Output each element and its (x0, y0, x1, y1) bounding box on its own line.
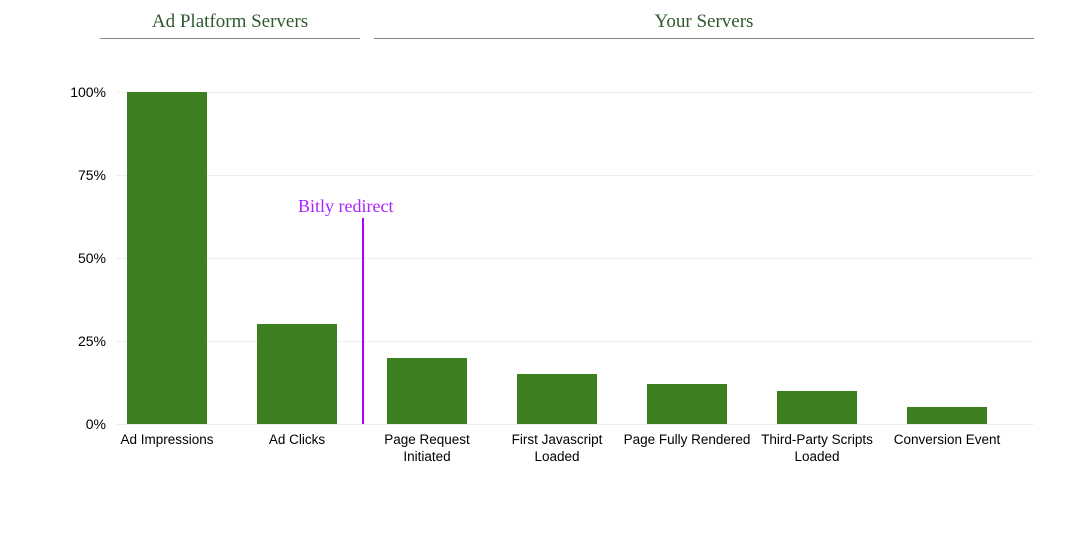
x-label-page-fully-rendered: Page Fully Rendered (622, 432, 752, 449)
funnel-bar-chart: Ad Platform Servers Your Servers 100% 75… (0, 0, 1079, 534)
y-tick-0: 0% (46, 416, 106, 432)
bar-ad-impressions (127, 92, 207, 424)
x-label-ad-impressions: Ad Impressions (102, 432, 232, 449)
bar-third-party-scripts (777, 391, 857, 424)
bar-page-request (387, 358, 467, 424)
gridline-50 (116, 258, 1034, 259)
x-label-page-request: Page Request Initiated (362, 432, 492, 466)
annotation-bitly-text: Bitly redirect (298, 196, 393, 217)
bar-first-js-loaded (517, 374, 597, 424)
x-label-first-js: First Javascript Loaded (492, 432, 622, 466)
annotation-bitly-line (362, 218, 364, 424)
group-underline-your-servers (374, 38, 1034, 39)
bar-ad-clicks (257, 324, 337, 424)
x-label-conversion: Conversion Event (882, 432, 1012, 449)
y-tick-25: 25% (46, 333, 106, 349)
y-tick-100: 100% (46, 84, 106, 100)
gridline-100 (116, 92, 1034, 93)
bar-conversion-event (907, 407, 987, 424)
gridline-0 (116, 424, 1034, 425)
gridline-25 (116, 341, 1034, 342)
y-tick-50: 50% (46, 250, 106, 266)
group-underline-ad-platform (100, 38, 360, 39)
y-tick-75: 75% (46, 167, 106, 183)
group-label-your-servers: Your Servers (374, 6, 1034, 38)
bar-page-fully-rendered (647, 384, 727, 424)
gridline-75 (116, 175, 1034, 176)
x-label-third-party: Third-Party Scripts Loaded (752, 432, 882, 466)
x-label-ad-clicks: Ad Clicks (232, 432, 362, 449)
group-label-ad-platform: Ad Platform Servers (100, 6, 360, 38)
